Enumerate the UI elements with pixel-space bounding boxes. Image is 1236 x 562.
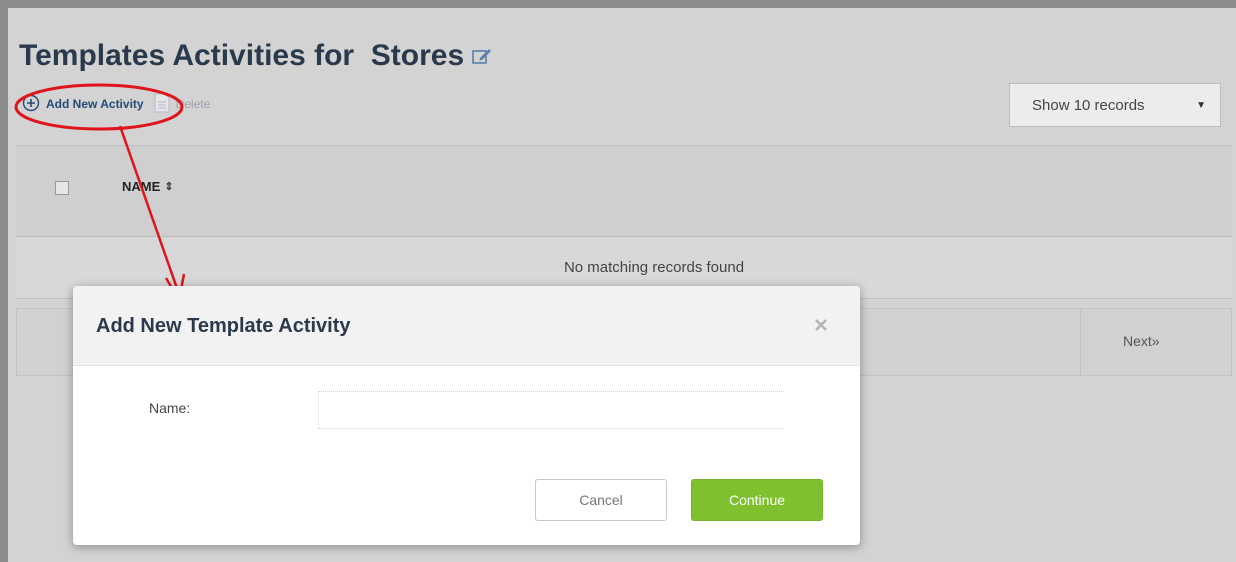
pagination-divider — [1080, 309, 1081, 375]
cancel-button[interactable]: Cancel — [535, 479, 667, 521]
page-title-text: Templates Activities for Stores — [19, 39, 465, 72]
delete-label: Delete — [175, 97, 211, 111]
dialog-title: Add New Template Activity — [96, 315, 351, 337]
pencil-square-icon[interactable] — [472, 47, 492, 65]
page-title: Templates Activities for Stores — [19, 39, 492, 73]
next-page-link[interactable]: Next» — [1123, 333, 1160, 349]
add-new-activity-label: Add New Activity — [46, 97, 144, 111]
toolbar: Add New Activity Delete — [22, 92, 210, 116]
plus-circle-icon — [22, 94, 40, 115]
name-input[interactable] — [318, 391, 784, 429]
empty-table-message: No matching records found — [563, 259, 745, 276]
records-per-page-select[interactable]: Show 10 records ▼ — [1009, 83, 1221, 127]
column-header-name-label: NAME — [122, 179, 161, 194]
add-template-activity-dialog: Add New Template Activity Name: Cancel C… — [73, 286, 860, 545]
add-new-activity-button[interactable]: Add New Activity — [22, 94, 144, 115]
document-icon — [154, 93, 170, 116]
dialog-header: Add New Template Activity — [73, 286, 860, 366]
records-per-page-value: Show 10 records — [1032, 96, 1145, 114]
column-header-name[interactable]: NAME ⇕ — [122, 179, 174, 194]
name-field-label: Name: — [149, 400, 191, 416]
continue-button[interactable]: Continue — [691, 479, 823, 521]
sort-icon: ⇕ — [164, 181, 174, 193]
table-header: NAME ⇕ — [16, 145, 1232, 237]
close-icon[interactable] — [810, 314, 832, 336]
delete-button[interactable]: Delete — [154, 93, 211, 116]
select-all-checkbox[interactable] — [55, 181, 69, 195]
dropdown-arrow-icon: ▼ — [1196, 99, 1206, 111]
